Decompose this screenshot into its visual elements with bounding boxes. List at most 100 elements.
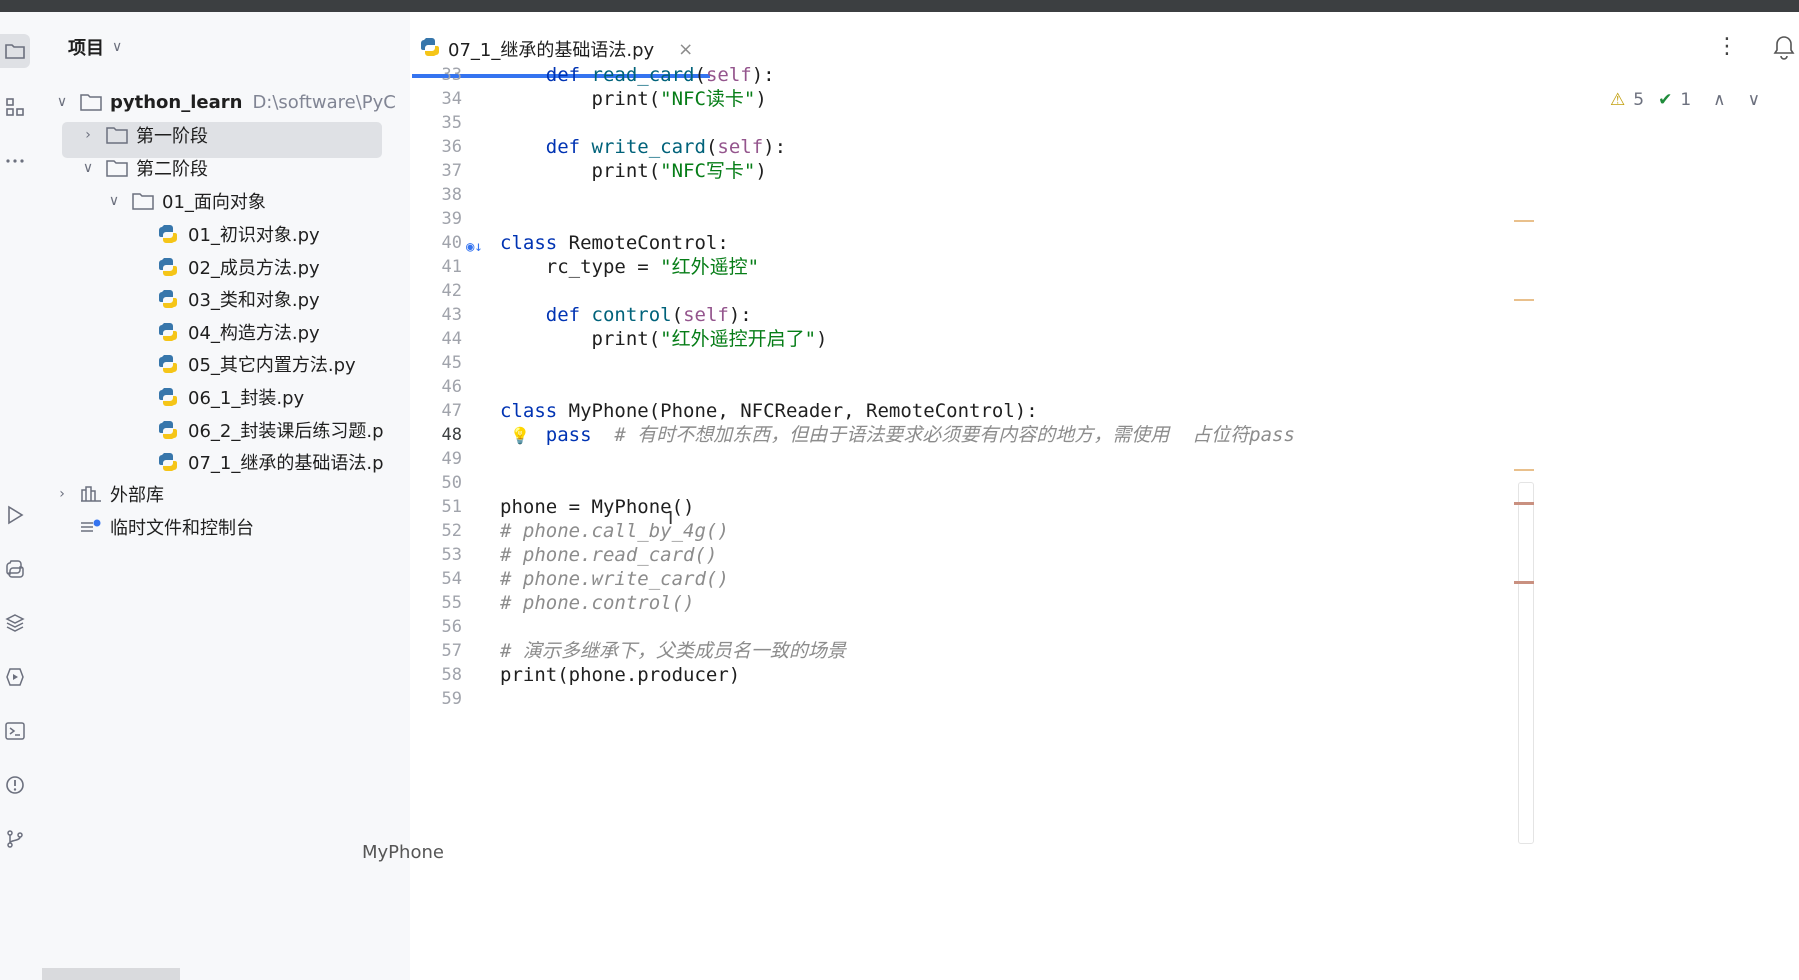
code-line[interactable]: 38 <box>410 182 1710 209</box>
text-cursor-icon: I <box>668 508 674 529</box>
tree-item-stage-one[interactable]: › 第一阶段 <box>80 119 208 151</box>
root-path: D:\software\PyC <box>252 91 396 113</box>
line-number: 54 <box>441 569 462 589</box>
code-line[interactable]: 33 def read_card(self): <box>410 62 1710 89</box>
tree-item-python-file[interactable]: 04_构造方法.py <box>158 316 410 348</box>
python-file-icon <box>158 290 180 309</box>
git-icon[interactable] <box>0 822 30 856</box>
problems-icon[interactable] <box>0 768 30 802</box>
line-number: 39 <box>441 209 462 229</box>
line-number: 52 <box>441 521 462 541</box>
code-line[interactable]: 53 # phone.read_card() <box>410 542 1710 569</box>
code-text: rc_type = "红外遥控" <box>500 256 760 278</box>
code-text: phone = MyPhone() <box>500 496 695 518</box>
folder-icon <box>106 126 128 144</box>
tree-item-label: 03_类和对象.py <box>188 290 320 312</box>
horizontal-scrollbar[interactable] <box>42 968 180 980</box>
line-number: 59 <box>441 689 462 709</box>
code-line[interactable]: 50 <box>410 470 1710 497</box>
terminal-icon[interactable] <box>0 714 30 748</box>
tree-item-label: 临时文件和控制台 <box>110 518 254 539</box>
tree-item-python-file[interactable]: 06_1_封装.py <box>158 381 410 413</box>
code-text: print("红外遥控开启了") <box>500 328 828 350</box>
line-number: 51 <box>441 497 462 517</box>
more-options-icon[interactable]: ⋮ <box>1716 34 1738 59</box>
tree-item-external-libraries[interactable]: › 外部库 <box>54 478 164 510</box>
code-line[interactable]: 37 print("NFC写卡") <box>410 158 1710 185</box>
tree-item-oop-folder[interactable]: ∨ 01_面向对象 <box>106 185 266 217</box>
tree-root-python-learn[interactable]: ∨ python_learn D:\software\PyC <box>54 86 396 118</box>
code-line[interactable]: 54 # phone.write_card() <box>410 566 1710 593</box>
chevron-down-icon[interactable]: ∨ <box>80 160 96 176</box>
code-line[interactable]: 35 <box>410 110 1710 137</box>
tool-window-strip <box>0 12 40 980</box>
tree-item-stage-two[interactable]: ∨ 第二阶段 <box>80 152 208 184</box>
warning-stripe-marker[interactable] <box>1514 581 1534 584</box>
tree-item-scratches[interactable]: 临时文件和控制台 <box>80 511 254 543</box>
code-line[interactable]: 48 💡 pass # 有时不想加东西，但由于语法要求必须要有内容的地方，需使用 … <box>410 422 1710 449</box>
chevron-down-icon[interactable]: ∨ <box>106 193 122 209</box>
line-number: 47 <box>441 401 462 421</box>
tree-item-python-file[interactable]: 06_2_封装课后练习题.p <box>158 414 410 446</box>
code-line[interactable]: 57 # 演示多继承下，父类成员名一致的场景 <box>410 638 1710 665</box>
breadcrumb[interactable]: MyPhone <box>362 842 444 863</box>
notifications-bell-icon[interactable] <box>1772 34 1796 64</box>
line-number: 46 <box>441 377 462 397</box>
code-line[interactable]: 36 def write_card(self): <box>410 134 1710 161</box>
run-icon[interactable] <box>0 498 30 532</box>
code-line[interactable]: 44 print("红外遥控开启了") <box>410 326 1710 353</box>
warning-stripe-marker[interactable] <box>1514 502 1534 505</box>
project-panel-header[interactable]: 项目 ∨ <box>68 34 122 60</box>
window-title-bar <box>0 0 1799 12</box>
code-line[interactable]: 40 ◉↓ class RemoteControl: <box>410 230 1710 257</box>
services-icon[interactable] <box>0 660 30 694</box>
code-editor: 07_1_继承的基础语法.py × ⋮ ⚠ 5 ✔ 1 ∧ ∨ 33 def r… <box>362 12 1799 980</box>
python-packages-icon[interactable] <box>0 606 30 640</box>
code-line[interactable]: 34 print("NFC读卡") <box>410 86 1710 113</box>
vertical-scrollbar[interactable] <box>1518 482 1534 844</box>
root-name: python_learn <box>110 91 243 113</box>
chevron-right-icon[interactable]: › <box>80 127 96 143</box>
tree-item-python-file[interactable]: 03_类和对象.py <box>158 283 410 315</box>
code-line[interactable]: 55 # phone.control() <box>410 590 1710 617</box>
structure-icon[interactable] <box>0 90 30 124</box>
code-text: class MyPhone(Phone, NFCReader, RemoteCo… <box>500 400 1038 422</box>
code-line[interactable]: 52 # phone.call_by_4g() <box>410 518 1710 545</box>
tree-item-python-file[interactable]: 05_其它内置方法.py <box>158 348 410 380</box>
line-number: 42 <box>441 281 462 301</box>
warning-stripe-marker[interactable] <box>1514 220 1534 222</box>
code-line[interactable]: 45 <box>410 350 1710 377</box>
python-file-icon <box>158 322 180 341</box>
next-highlight-icon[interactable]: ∨ <box>1748 90 1760 110</box>
line-number: 35 <box>441 113 462 133</box>
folder-icon <box>106 159 128 177</box>
folder-icon <box>80 93 102 111</box>
line-number: 33 <box>441 65 462 85</box>
warning-stripe-marker[interactable] <box>1514 299 1534 301</box>
python-file-icon <box>158 355 180 374</box>
code-line[interactable]: 58 print(phone.producer) <box>410 662 1710 689</box>
code-line[interactable]: 43 def control(self): <box>410 302 1710 329</box>
tree-item-python-file[interactable]: 02_成员方法.py <box>158 251 410 283</box>
previous-highlight-icon[interactable]: ∧ <box>1713 90 1725 110</box>
code-line[interactable]: 41 rc_type = "红外遥控" <box>410 254 1710 281</box>
line-number: 58 <box>441 665 462 685</box>
code-line[interactable]: 59 <box>410 686 1710 713</box>
tree-item-python-file[interactable]: 07_1_继承的基础语法.p <box>158 446 410 478</box>
code-text: def control(self): <box>545 304 752 326</box>
close-icon[interactable]: × <box>678 39 693 60</box>
chevron-right-icon[interactable]: › <box>54 486 70 502</box>
code-line[interactable]: 47 class MyPhone(Phone, NFCReader, Remote… <box>410 398 1710 425</box>
more-tools-icon[interactable] <box>0 144 30 178</box>
line-number: 45 <box>441 353 462 373</box>
code-line[interactable]: 51 phone = MyPhone() <box>410 494 1710 521</box>
python-console-icon[interactable] <box>0 552 30 586</box>
tree-item-python-file[interactable]: 01_初识对象.py <box>158 218 410 250</box>
line-number: 57 <box>441 641 462 661</box>
chevron-down-icon[interactable]: ∨ <box>54 94 70 110</box>
line-number: 53 <box>441 545 462 565</box>
warning-stripe-marker[interactable] <box>1514 469 1534 471</box>
project-tool-icon[interactable] <box>0 34 30 68</box>
code-line[interactable]: 56 <box>410 614 1710 641</box>
code-line[interactable]: 46 <box>410 374 1710 401</box>
